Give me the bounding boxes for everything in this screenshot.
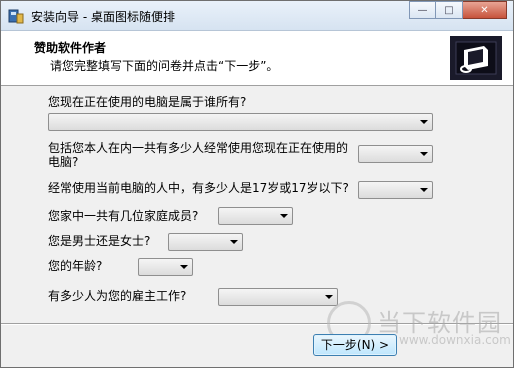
minors-count-select[interactable]: [358, 181, 433, 199]
question-minors-label: 经常使用当前电脑的人中，有多少人是17岁或17岁以下?: [48, 181, 349, 195]
wizard-computer-icon: [450, 36, 502, 80]
chevron-down-icon: [420, 152, 428, 156]
close-icon: ✕: [480, 4, 489, 16]
question-employees-label: 有多少人为您的雇主工作?: [48, 289, 187, 303]
maximize-icon: □: [444, 4, 454, 16]
wizard-header: 赞助软件作者 请您完整填写下面的问卷并点击“下一步”。: [1, 31, 513, 86]
maximize-button[interactable]: □: [436, 1, 463, 19]
title-bar: 安装向导 - 桌面图标随便排 — □ ✕: [1, 1, 513, 31]
window-title: 安装向导 - 桌面图标随便排: [31, 10, 175, 24]
page-subtitle: 请您完整填写下面的问卷并点击“下一步”。: [50, 59, 279, 73]
watermark-url: www.downxia.com: [399, 333, 511, 347]
owner-select[interactable]: [48, 113, 433, 131]
page-title: 赞助软件作者: [34, 41, 107, 55]
next-button[interactable]: 下一步(N) >: [313, 334, 397, 356]
question-age-label: 您的年龄?: [48, 259, 103, 273]
minimize-button[interactable]: —: [409, 1, 436, 19]
installer-window: 安装向导 - 桌面图标随便排 — □ ✕ 赞助软件作者 请您完整填写下面的问卷并…: [0, 0, 514, 368]
installer-app-icon: [8, 9, 24, 24]
gender-select[interactable]: [168, 233, 243, 251]
question-gender-label: 您是男士还是女士?: [48, 234, 151, 248]
question-owner-label: 您现在正在使用的电脑是属于谁所有?: [48, 95, 247, 109]
caption-buttons: — □ ✕: [409, 1, 507, 21]
age-select[interactable]: [138, 258, 193, 276]
chevron-down-icon: [280, 214, 288, 218]
question-family-label: 您家中一共有几位家庭成员?: [48, 209, 199, 223]
chevron-down-icon: [180, 265, 188, 269]
minimize-icon: —: [417, 4, 428, 16]
question-users-label-line1: 包括您本人在内一共有多少人经常使用您现在正在使用的: [48, 141, 349, 155]
chevron-down-icon: [420, 188, 428, 192]
family-size-select[interactable]: [218, 207, 293, 225]
chevron-down-icon: [230, 240, 238, 244]
users-count-select[interactable]: [358, 145, 433, 163]
employees-select[interactable]: [218, 288, 338, 306]
close-button[interactable]: ✕: [463, 1, 507, 19]
questionnaire: 您现在正在使用的电脑是属于谁所有? 包括您本人在内一共有多少人经常使用您现在正在…: [1, 86, 513, 326]
question-users-label-line2: 电脑?: [48, 155, 79, 169]
chevron-down-icon: [420, 120, 428, 124]
